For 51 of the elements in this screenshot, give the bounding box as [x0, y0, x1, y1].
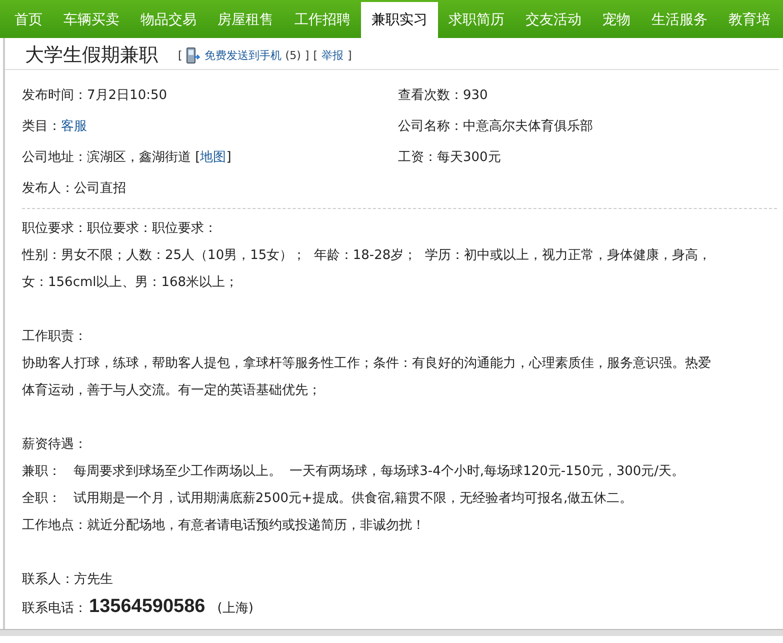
info-value: 滨湖区，鑫湖街道	[87, 150, 191, 165]
nav-tab[interactable]: 物品交易	[130, 2, 207, 38]
nav-tab[interactable]: 求职简历	[438, 2, 515, 38]
nav-tab[interactable]: 车辆买卖	[53, 2, 130, 38]
nav-tab[interactable]: 交友活动	[515, 2, 592, 38]
nav-tab[interactable]: 工作招聘	[284, 2, 361, 38]
send-to-phone-link[interactable]: 免费发送到手机	[204, 48, 282, 62]
description-line: 职位要求：职位要求：职位要求：	[22, 220, 218, 238]
phone-label: 联系电话：	[22, 601, 87, 616]
description-line: 全职： 试用期是一个月，试用期满底薪2500元+提成。供食宿,籍贯不限，无经验者均可报名,做五休二。	[22, 490, 634, 508]
nav-tab[interactable]: 房屋租售	[207, 2, 284, 38]
description-line: 工作职责：	[22, 328, 88, 346]
phone-region: (上海)	[217, 601, 254, 616]
header-text: [	[313, 48, 318, 62]
nav-tab[interactable]: 生活服务	[641, 2, 718, 38]
info-label: 公司名称：	[398, 119, 463, 134]
info-label: 发布人：	[22, 181, 74, 196]
info-label: 发布时间：	[22, 88, 87, 103]
info-label: 公司地址：	[22, 150, 87, 165]
header-text: [	[178, 48, 182, 62]
bracket-text: [	[195, 150, 200, 165]
map-link[interactable]: 地图	[200, 150, 226, 165]
info-value: 公司直招	[74, 181, 126, 196]
description-line: 体育运动，善于与人交流。有一定的英语基础优先；	[22, 382, 322, 400]
info-value: 930	[463, 88, 488, 103]
nav-tab[interactable]: 兼职实习	[361, 2, 438, 38]
header-text: ]	[347, 48, 352, 62]
nav-tab[interactable]: 宠物	[592, 2, 641, 38]
contact-person: 联系人：方先生	[22, 571, 114, 589]
info-label: 类目：	[22, 119, 61, 134]
description-line: 工作地点：就近分配场地，有意者请电话预约或投递简历，非诚勿扰！	[22, 517, 426, 535]
report-link[interactable]: 举报	[321, 48, 344, 62]
phone-number: 13564590586	[89, 596, 206, 617]
category-link[interactable]: 客服	[61, 119, 87, 134]
bracket-text: ]	[226, 150, 232, 165]
info-value: 中意高尔夫体育俱乐部	[463, 119, 593, 134]
info-label: 工资：	[398, 150, 437, 165]
header-text: (5)	[285, 48, 301, 62]
info-value: 每天300元	[437, 150, 501, 165]
header-text: ]	[304, 48, 310, 62]
nav-tab[interactable]: 首页	[4, 2, 53, 38]
description-line: 女：156cml以上、男：168米以上；	[22, 274, 240, 292]
description-line: 协助客人打球，练球，帮助客人提包，拿球杆等服务性工作；条件：有良好的沟通能力，心理素质佳，服务意识强。热爱	[22, 355, 712, 373]
description-line: 薪资待遇：	[22, 436, 88, 454]
description-line: 性别：男女不限；人数：25人（10男，15女）； 年龄：18-28岁； 学历：初中或以上，视力正常，身体健康，身高，	[22, 247, 712, 265]
page-title: 大学生假期兼职	[25, 43, 158, 68]
info-value: 7月2日10:50	[87, 88, 168, 103]
description-line: 兼职： 每周要求到球场至少工作两场以上。 一天有两场球，每场球3-4个小时,每场球120元-150元，300元/天。	[22, 463, 686, 481]
nav-tab[interactable]: 教育培	[718, 2, 781, 38]
phone-icon	[186, 46, 200, 64]
info-label: 查看次数：	[398, 88, 463, 103]
